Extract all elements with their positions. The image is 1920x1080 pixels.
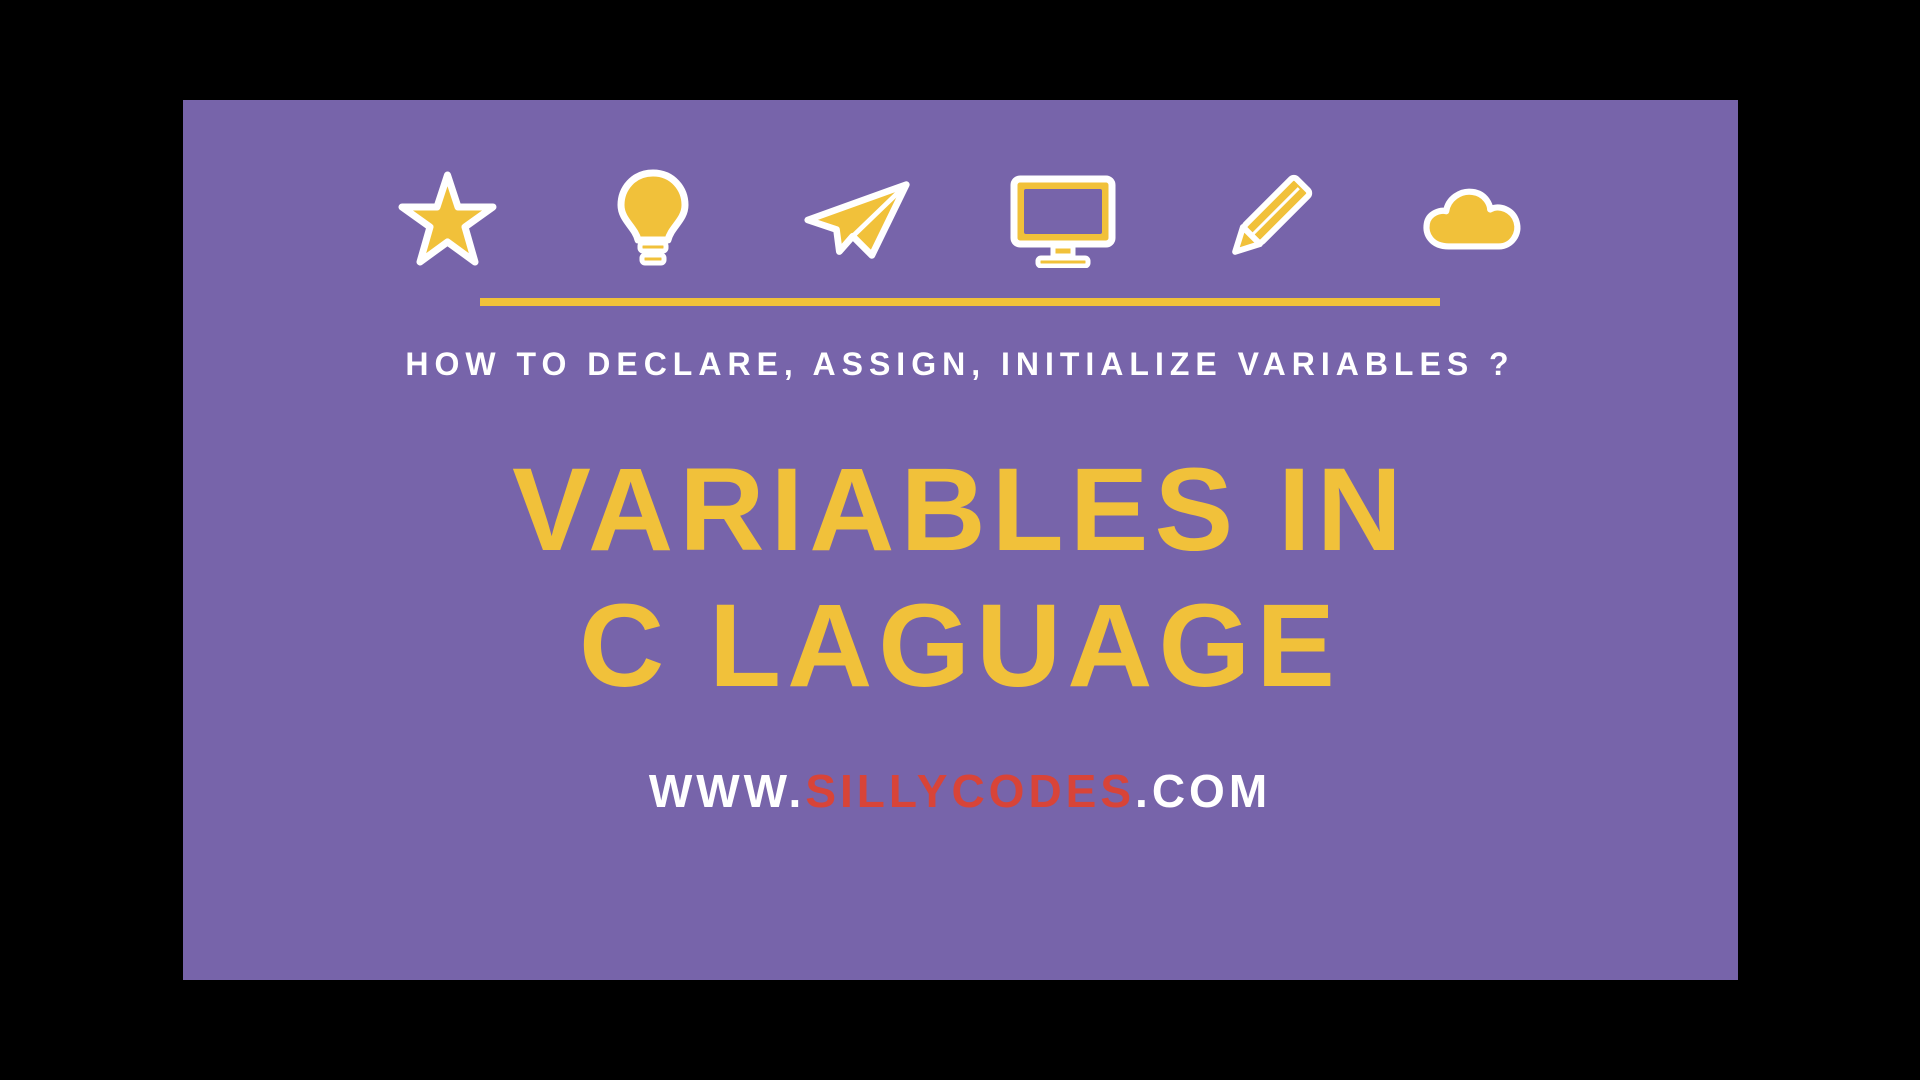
divider-line bbox=[480, 298, 1440, 306]
paper-plane-icon bbox=[803, 170, 913, 270]
icon-row bbox=[393, 170, 1528, 270]
main-title: VARIABLES IN C LAGUAGE bbox=[512, 443, 1408, 714]
subtitle-text: HOW TO DECLARE, ASSIGN, INITIALIZE VARIA… bbox=[405, 346, 1514, 383]
title-line-1: VARIABLES IN bbox=[512, 443, 1408, 579]
title-line-2: C LAGUAGE bbox=[512, 579, 1408, 715]
lightbulb-icon bbox=[598, 170, 708, 270]
url-suffix: .COM bbox=[1135, 765, 1271, 817]
star-icon bbox=[393, 170, 503, 270]
cloud-icon bbox=[1418, 170, 1528, 270]
url-brand: SILLYCODES bbox=[805, 765, 1135, 817]
pencil-icon bbox=[1213, 170, 1323, 270]
banner-card: HOW TO DECLARE, ASSIGN, INITIALIZE VARIA… bbox=[183, 100, 1738, 980]
website-url: WWW.SILLYCODES.COM bbox=[649, 764, 1271, 818]
monitor-icon bbox=[1008, 170, 1118, 270]
url-prefix: WWW. bbox=[649, 765, 806, 817]
